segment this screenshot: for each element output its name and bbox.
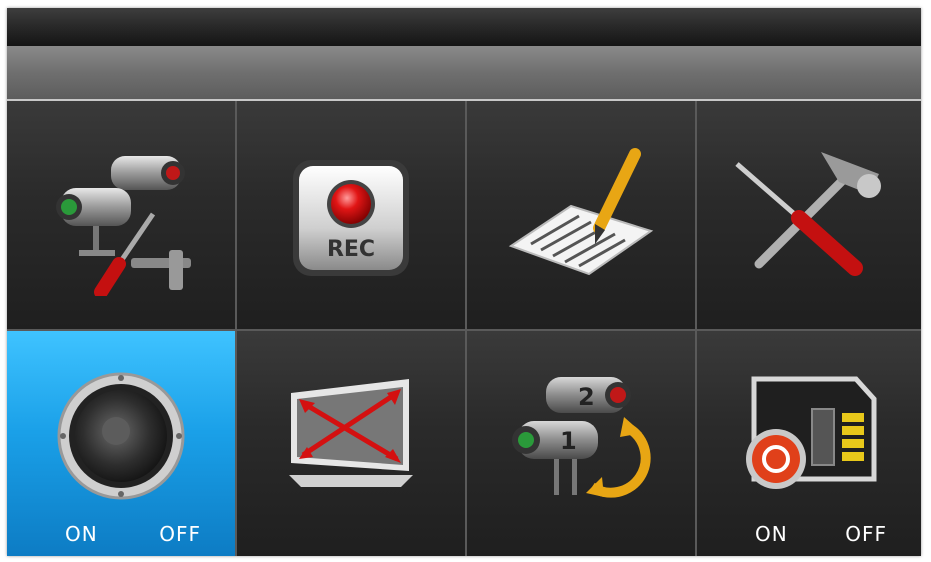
rec-label: REC <box>327 237 375 262</box>
screen-resize-icon <box>289 379 413 487</box>
status-bar <box>7 46 921 101</box>
tile-record[interactable]: REC <box>237 101 467 331</box>
sd-card-off-label[interactable]: OFF <box>845 522 887 546</box>
camera-2-label: 2 <box>578 383 595 411</box>
audio-toggle: ON OFF <box>7 520 235 546</box>
menu-screen: REC ON OFF 2 1 ON OFF <box>7 8 921 556</box>
tile-event-list[interactable] <box>467 101 697 331</box>
tile-display[interactable] <box>237 331 467 556</box>
sd-card-icon <box>746 376 877 489</box>
document-pen-icon <box>508 148 654 276</box>
sd-card-on-label[interactable]: ON <box>755 522 788 546</box>
audio-on-label[interactable]: ON <box>65 522 98 546</box>
tile-camera-setup[interactable] <box>7 101 237 331</box>
tile-audio[interactable]: ON OFF <box>7 331 237 556</box>
tools-icon <box>735 152 881 276</box>
tile-camera-switch[interactable]: 2 1 <box>467 331 697 556</box>
tile-sd-card[interactable]: ON OFF <box>697 331 921 556</box>
camera-tools-icon <box>56 156 191 296</box>
record-icon: REC <box>293 160 409 276</box>
tile-system-setup[interactable] <box>697 101 921 331</box>
speaker-icon <box>57 372 185 500</box>
title-bar <box>7 8 921 46</box>
audio-off-label[interactable]: OFF <box>159 522 201 546</box>
sd-card-toggle: ON OFF <box>697 520 921 546</box>
camera-1-label: 1 <box>560 427 577 455</box>
menu-grid: REC ON OFF 2 1 ON OFF <box>7 101 921 556</box>
camera-switch-icon: 2 1 <box>512 377 651 498</box>
